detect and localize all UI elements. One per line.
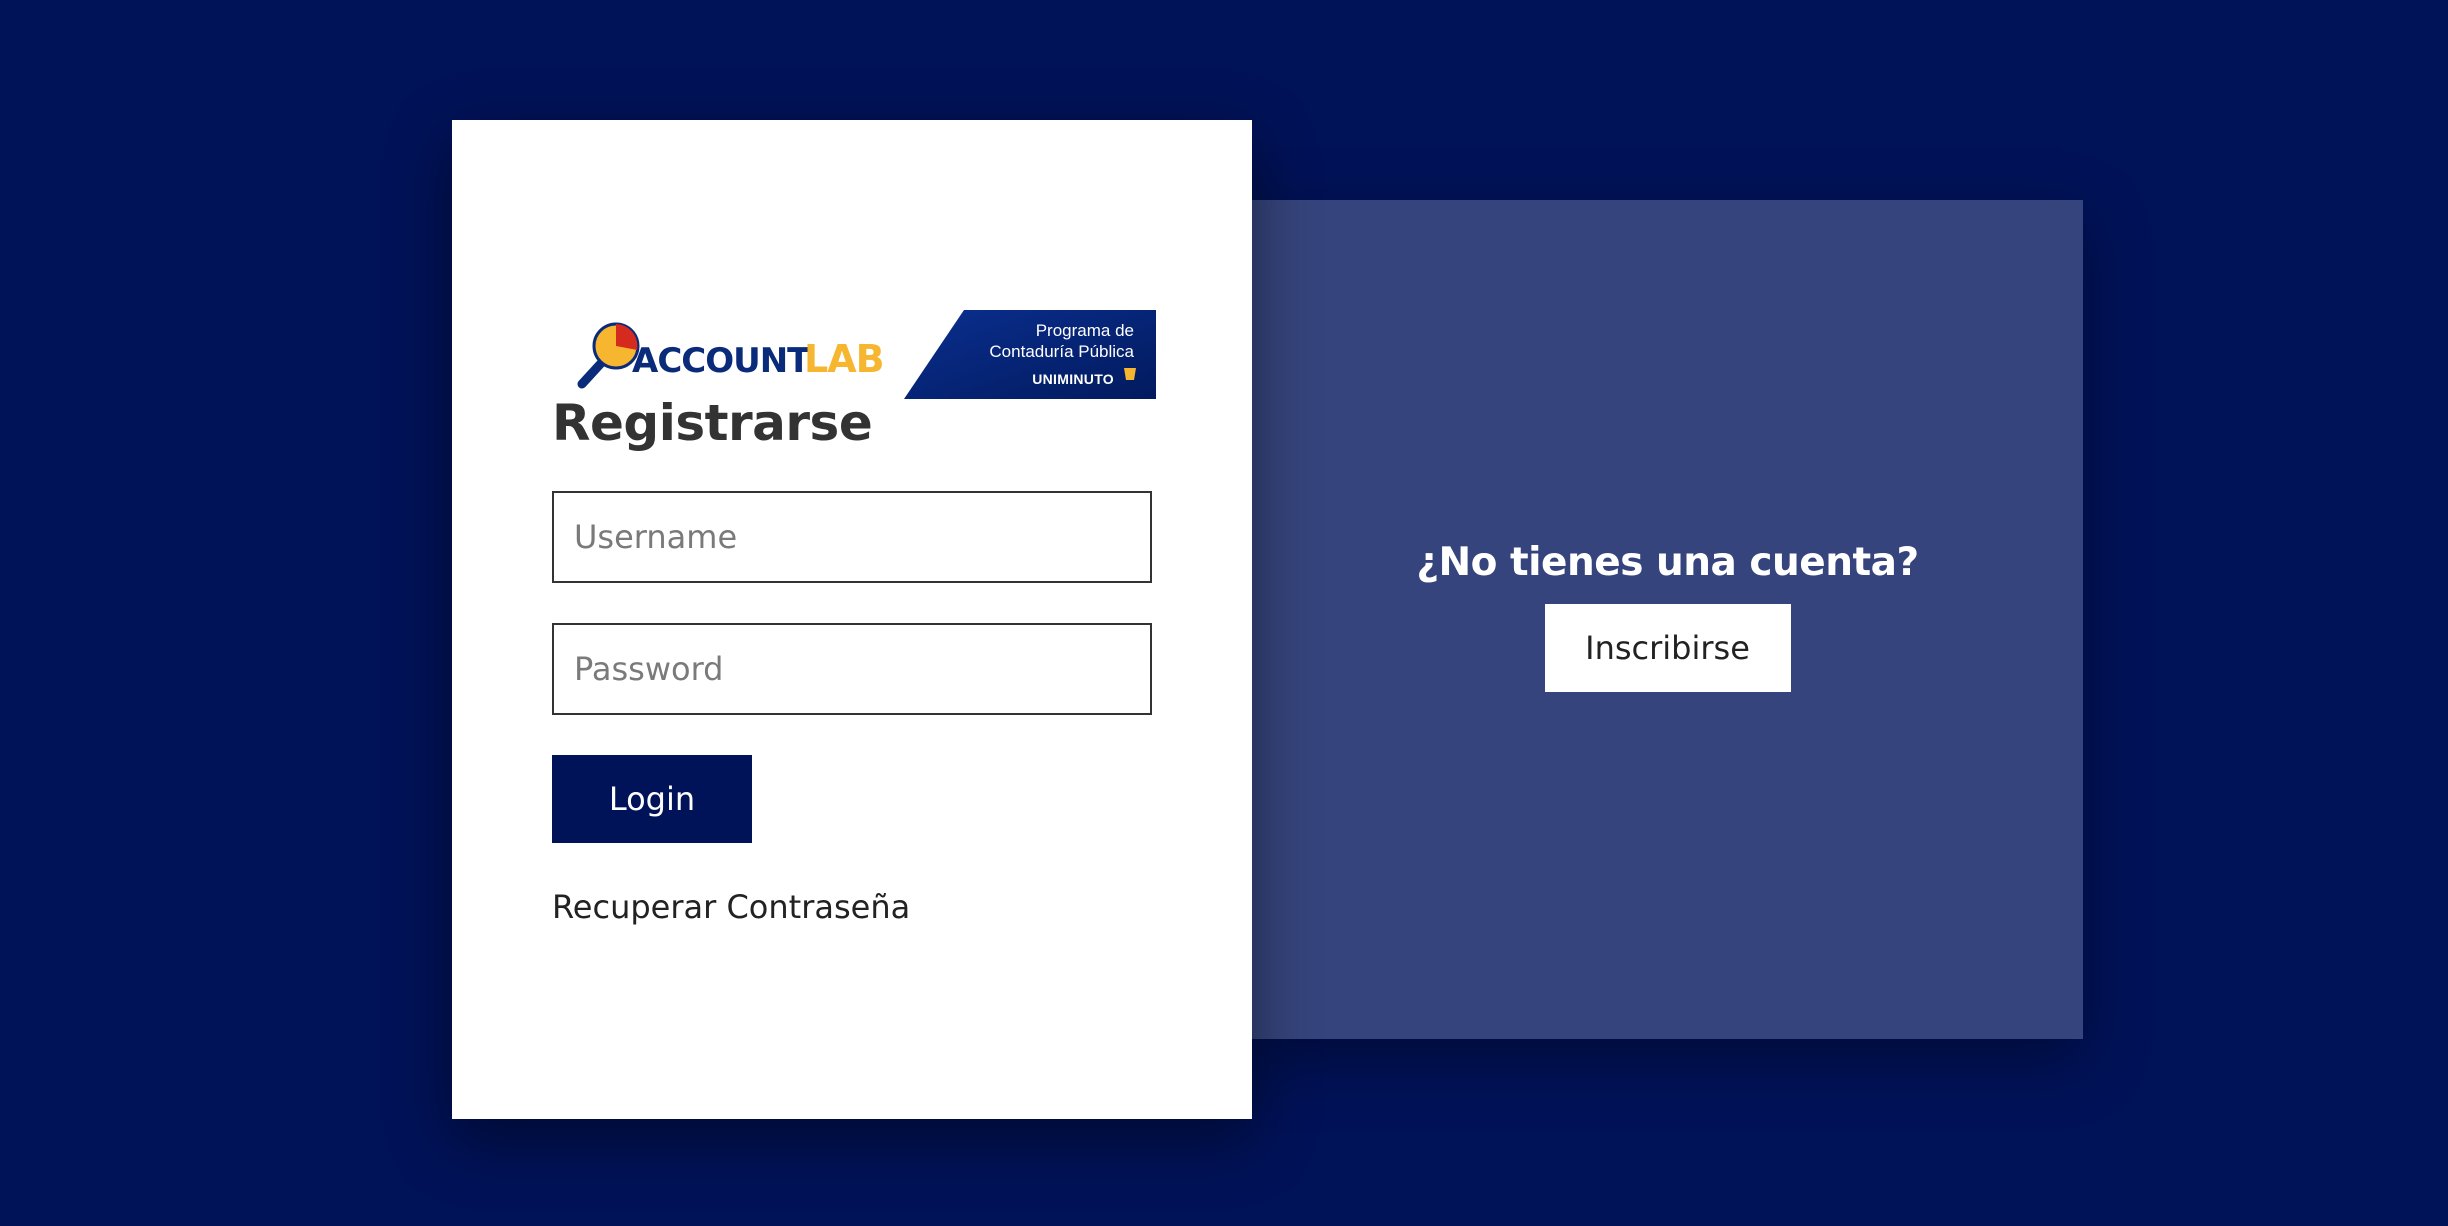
signup-button[interactable]: Inscribirse [1544, 604, 1791, 692]
badge-line2: Contaduría Pública [989, 342, 1134, 361]
signup-panel: ¿No tienes una cuenta? Inscribirse [1252, 200, 2083, 1039]
page-title: Registrarse [552, 394, 873, 452]
badge-brand: UNIMINUTO [1032, 371, 1114, 387]
page: ¿No tienes una cuenta? Inscribirse ACCOU… [0, 0, 2448, 1226]
password-input[interactable] [552, 623, 1152, 715]
username-input[interactable] [552, 491, 1152, 583]
uniminuto-badge: Programa de Contaduría Pública UNIMINUTO [904, 310, 1156, 399]
signup-question: ¿No tienes una cuenta? [1416, 540, 1919, 585]
login-card: ACCOUNT LAB Programa de Contaduría Públi… [452, 120, 1252, 1119]
logo-text-account: ACCOUNT [632, 341, 811, 381]
logo-row: ACCOUNT LAB Programa de Contaduría Públi… [572, 310, 1156, 399]
accountlab-logo: ACCOUNT LAB [572, 310, 902, 399]
badge-line1: Programa de [1035, 321, 1134, 340]
recover-password-link[interactable]: Recuperar Contraseña [552, 885, 910, 929]
signup-content: ¿No tienes una cuenta? Inscribirse [1252, 538, 2083, 692]
login-button[interactable]: Login [552, 755, 752, 843]
badge-text: Programa de Contaduría Pública [989, 320, 1134, 362]
logo-text-lab: LAB [804, 337, 884, 381]
